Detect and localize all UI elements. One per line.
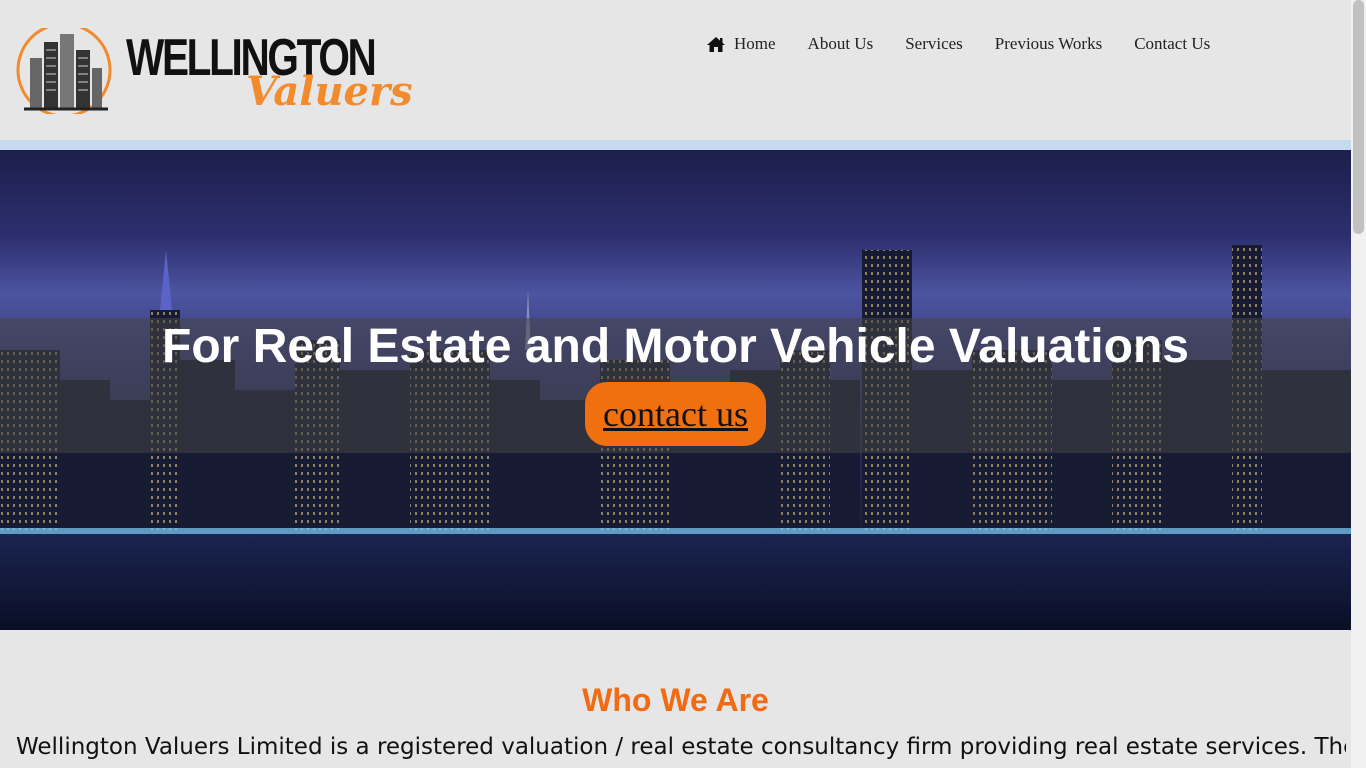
nav-services[interactable]: Services bbox=[905, 34, 963, 54]
home-icon bbox=[707, 36, 725, 52]
who-we-are-heading: Who We Are bbox=[582, 682, 769, 718]
header-divider bbox=[0, 140, 1351, 150]
nav-home[interactable]: Home bbox=[706, 34, 776, 54]
logo-tagline: Valuers bbox=[246, 68, 413, 115]
site-header: WELLINGTON Valuers Home About Us Service… bbox=[0, 0, 1351, 140]
nav-about-us[interactable]: About Us bbox=[808, 34, 874, 54]
scrollbar-thumb[interactable] bbox=[1353, 0, 1364, 234]
main-nav: Home About Us Services Previous Works Co… bbox=[706, 34, 1242, 54]
nav-contact-us[interactable]: Contact Us bbox=[1134, 34, 1210, 54]
who-we-are-text: Wellington Valuers Limited is a register… bbox=[16, 734, 1346, 760]
nav-home-label: Home bbox=[734, 34, 776, 53]
building-logo-icon bbox=[16, 28, 112, 114]
nav-previous-works[interactable]: Previous Works bbox=[995, 34, 1102, 54]
page-scrollbar[interactable] bbox=[1351, 0, 1366, 768]
hero-banner: For Real Estate and Motor Vehicle Valuat… bbox=[0, 150, 1351, 630]
hero-title: For Real Estate and Motor Vehicle Valuat… bbox=[162, 320, 1189, 373]
brand-logo[interactable]: WELLINGTON Valuers bbox=[16, 28, 413, 124]
contact-us-button[interactable]: contact us bbox=[585, 382, 766, 446]
